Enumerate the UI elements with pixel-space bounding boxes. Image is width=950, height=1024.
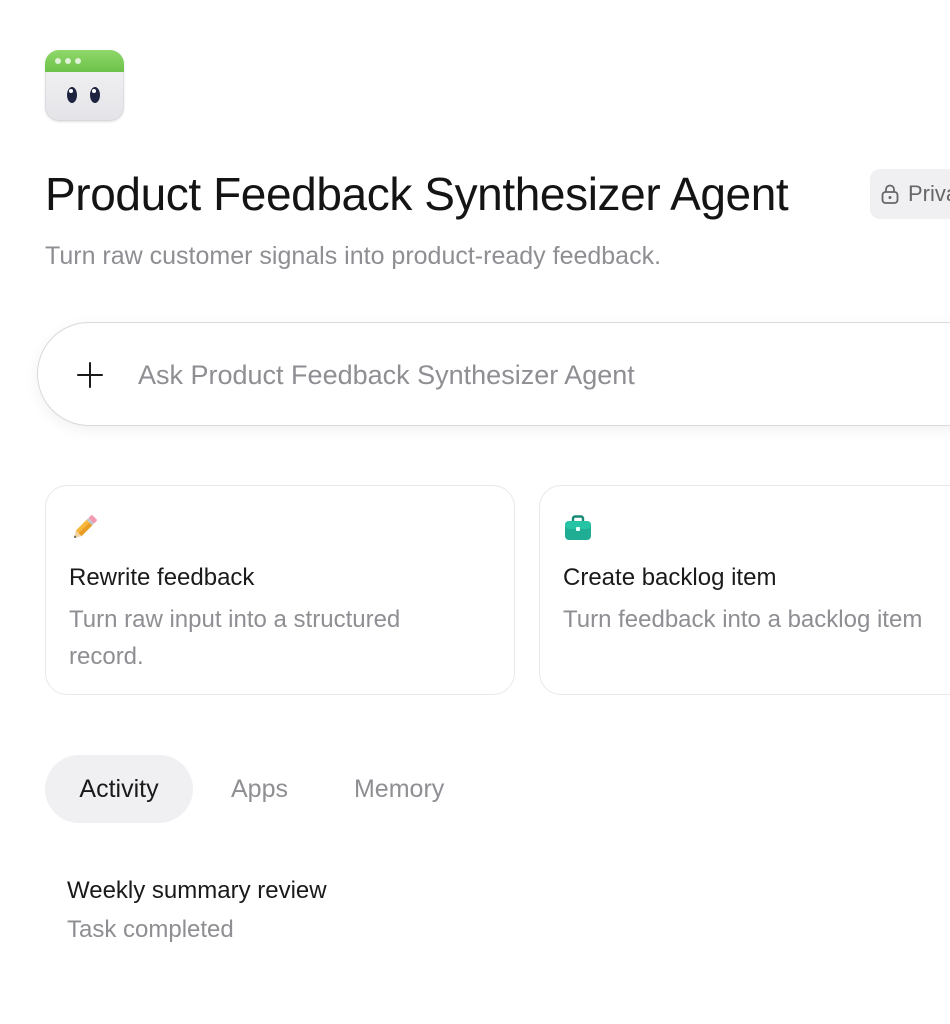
page-subtitle: Turn raw customer signals into product-r… (45, 242, 662, 270)
suggestion-description: Turn feedback into a backlog item (563, 606, 923, 633)
briefcase-icon (565, 515, 591, 540)
activity-status: Task completed (67, 916, 234, 943)
privacy-label: Private (908, 181, 950, 206)
suggestion-title: Create backlog item (563, 564, 777, 591)
tab-activity[interactable]: Activity (45, 755, 193, 823)
tab-bar: Activity Apps Memory (45, 755, 444, 823)
activity-title: Weekly summary review (67, 877, 327, 904)
suggestion-card-create-backlog-item[interactable]: Create backlog item Turn feedback into a… (539, 485, 950, 695)
lock-icon (881, 184, 899, 204)
ask-bar (37, 322, 950, 426)
privacy-badge[interactable]: Private (870, 169, 950, 219)
suggestion-title: Rewrite feedback (69, 564, 255, 591)
ask-input[interactable] (138, 353, 938, 397)
robot-window-icon (45, 50, 124, 121)
page-title: Product Feedback Synthesizer Agent (45, 168, 789, 220)
tab-apps[interactable]: Apps (231, 755, 288, 823)
suggestion-description: Turn raw input into a structured record. (69, 606, 401, 670)
title-row: Product Feedback Synthesizer Agent (45, 164, 789, 224)
tab-memory[interactable]: Memory (354, 755, 444, 823)
plus-icon[interactable] (76, 361, 104, 389)
pencil-icon (74, 515, 97, 538)
suggestion-card-rewrite-feedback[interactable]: Rewrite feedback Turn raw input into a s… (45, 485, 515, 695)
agent-page: Product Feedback Synthesizer Agent Priva… (0, 0, 950, 1024)
activity-item[interactable]: Weekly summary review Task completed (67, 877, 667, 944)
